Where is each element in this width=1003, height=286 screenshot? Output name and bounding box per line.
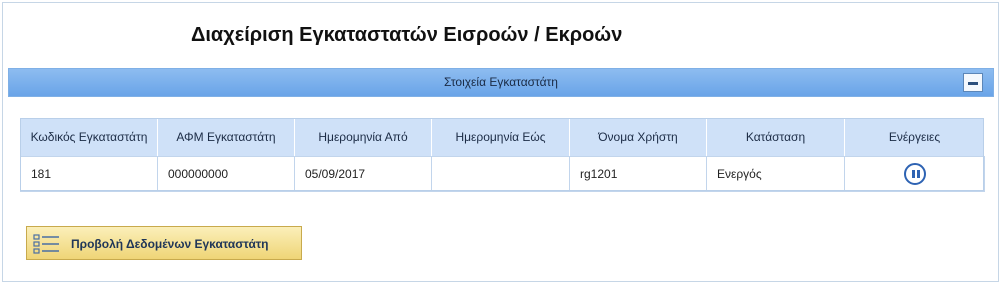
- view-installer-data-label: Προβολή Δεδομένων Εγκαταστάτη: [71, 237, 269, 251]
- column-header-actions: Ενέργειες: [844, 118, 985, 157]
- table-row: 181 000000000 05/09/2017 rg1201 Ενεργός: [20, 156, 985, 192]
- cell-status: Ενεργός: [706, 156, 845, 192]
- column-header-username[interactable]: Όνομα Χρήστη: [569, 118, 707, 157]
- column-header-status[interactable]: Κατάσταση: [706, 118, 845, 157]
- page-title: Διαχείριση Εγκαταστατών Εισροών / Εκροών: [191, 24, 623, 46]
- column-header-date-from[interactable]: Ημερομηνία Από: [294, 118, 432, 157]
- pause-icon[interactable]: [903, 163, 926, 185]
- list-icon: [33, 234, 59, 254]
- cell-date-from: 05/09/2017: [294, 156, 432, 192]
- collapse-button[interactable]: [963, 73, 983, 92]
- panel-header: Στοιχεία Εγκαταστάτη: [8, 68, 994, 97]
- panel-title: Στοιχεία Εγκαταστάτη: [444, 75, 558, 89]
- table-header-row: Κωδικός Εγκαταστάτη ΑΦΜ Εγκαταστάτη Ημερ…: [20, 118, 985, 157]
- column-header-afm[interactable]: ΑΦΜ Εγκαταστάτη: [157, 118, 295, 157]
- column-header-date-to[interactable]: Ημερομηνία Εώς: [431, 118, 570, 157]
- cell-afm: 000000000: [157, 156, 295, 192]
- cell-actions: [844, 156, 985, 192]
- column-header-code[interactable]: Κωδικός Εγκαταστάτη: [20, 118, 158, 157]
- cell-date-to: [431, 156, 570, 192]
- view-installer-data-button[interactable]: Προβολή Δεδομένων Εγκαταστάτη: [26, 226, 302, 260]
- cell-username: rg1201: [569, 156, 707, 192]
- cell-code: 181: [20, 156, 158, 192]
- minus-icon: [968, 82, 978, 85]
- installer-table: Κωδικός Εγκαταστάτη ΑΦΜ Εγκαταστάτη Ημερ…: [20, 118, 985, 192]
